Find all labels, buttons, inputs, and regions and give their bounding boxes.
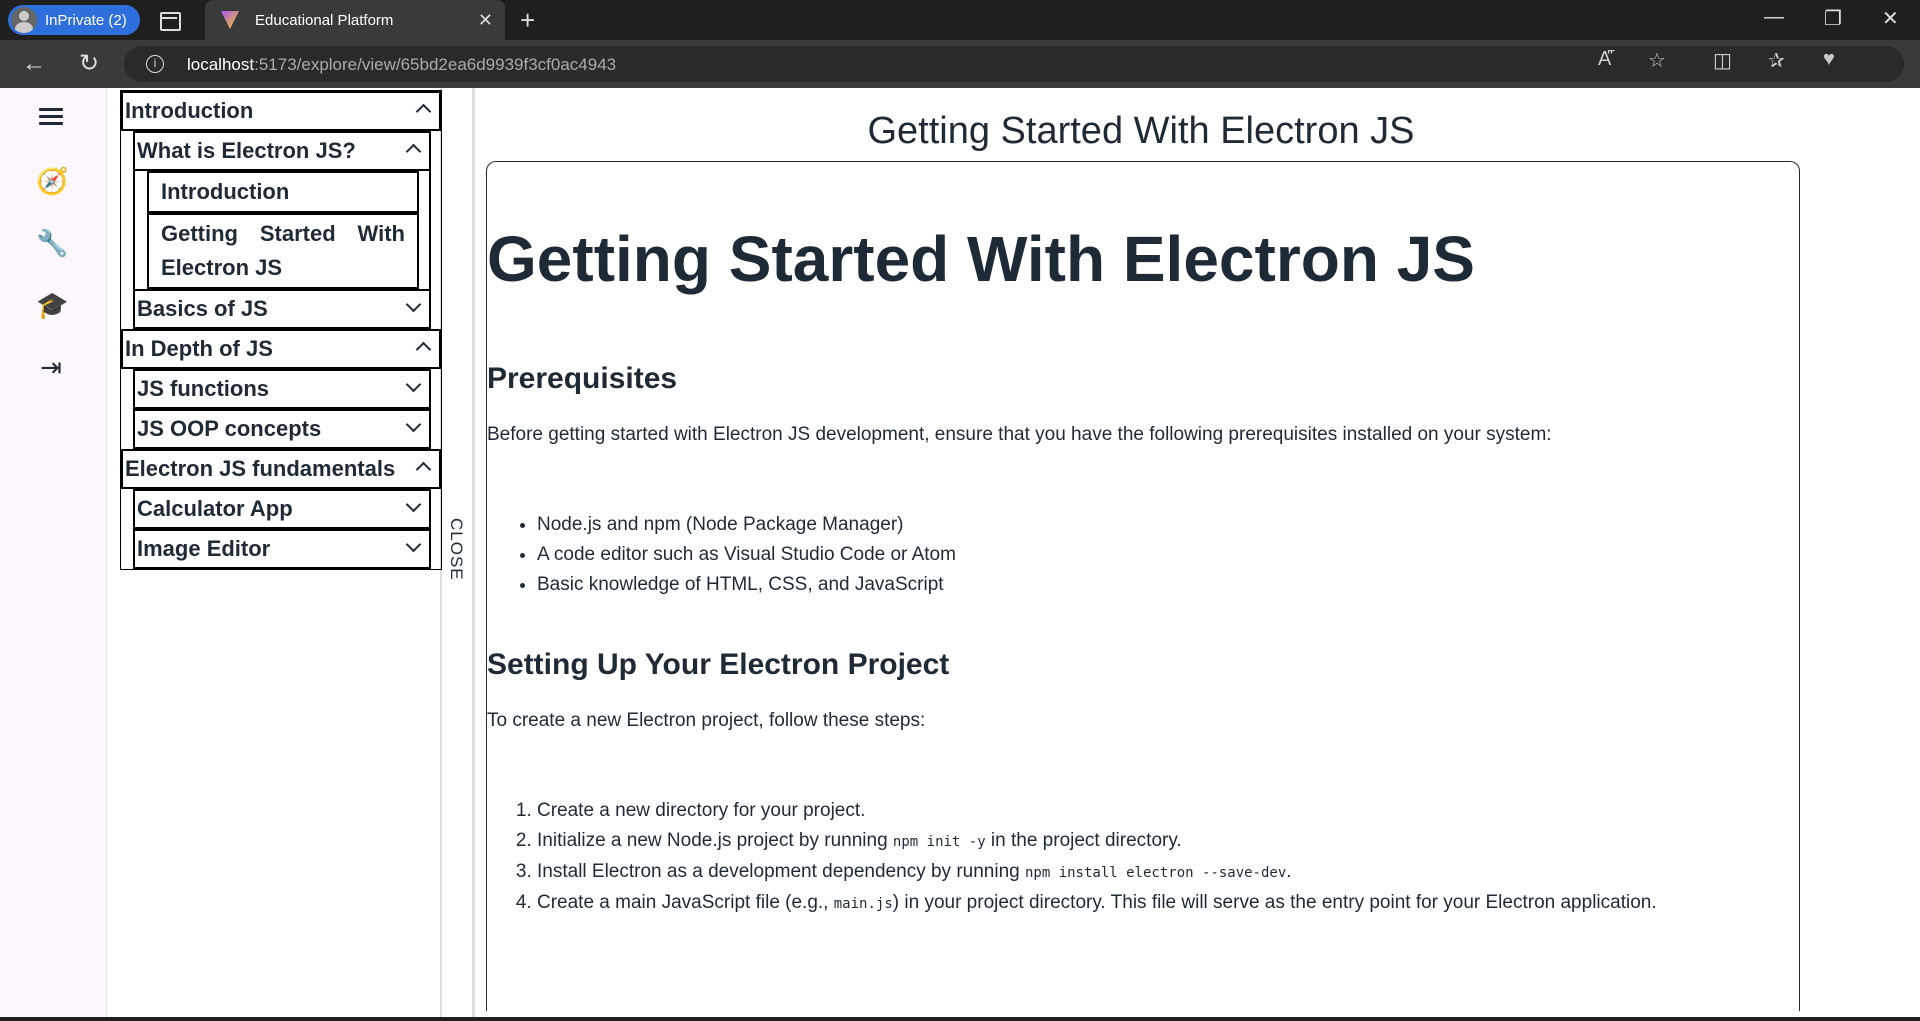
back-icon[interactable]: ← <box>18 48 50 80</box>
chevron-down-icon[interactable] <box>405 379 421 395</box>
lesson-introduction[interactable]: Introduction <box>147 171 419 213</box>
list-item: Node.js and npm (Node Package Manager) <box>537 510 956 540</box>
subsection-image-editor[interactable]: Image Editor <box>133 529 431 569</box>
page-title: Getting Started With Electron JS <box>867 110 1415 152</box>
graduation-cap-icon[interactable]: 🎓 <box>36 290 68 320</box>
split-screen-icon[interactable]: ◫ <box>1713 48 1732 73</box>
subsection-js-oop-concepts[interactable]: JS OOP concepts <box>133 409 431 449</box>
subsection-calculator-app[interactable]: Calculator App <box>133 489 431 529</box>
subsection-label: Basics of JS <box>137 296 268 321</box>
list-item: A code editor such as Visual Studio Code… <box>537 540 956 570</box>
chevron-down-icon[interactable] <box>405 499 421 515</box>
course-sidebar: Introduction What is Electron JS? Introd… <box>118 88 442 1017</box>
lesson-heading: Getting Started With Electron JS <box>487 223 1475 295</box>
inline-code: main.js <box>833 896 893 912</box>
subsection-label: JS functions <box>137 376 270 401</box>
inprivate-profile-button[interactable]: InPrivate (2) <box>8 5 140 35</box>
window-close-icon[interactable]: ✕ <box>1882 6 1899 31</box>
browser-tab[interactable]: Educational Platform ✕ <box>205 0 505 40</box>
app-page: 🧭 🔧 🎓 ⇥ Introduction What is Electron JS… <box>0 88 1920 1017</box>
favorite-star-icon[interactable]: ☆ <box>1648 48 1666 73</box>
inline-code: npm init -y <box>892 834 986 850</box>
chevron-down-icon[interactable] <box>405 419 421 435</box>
chevron-up-icon[interactable] <box>415 459 431 475</box>
lesson-getting-started[interactable]: Getting Started With Electron JS <box>147 213 419 289</box>
panel-divider <box>472 88 475 1017</box>
chevron-down-icon[interactable] <box>405 539 421 555</box>
address-field[interactable]: i localhost:5173/explore/view/65bd2ea6d9… <box>124 46 1904 82</box>
chevron-down-icon[interactable] <box>405 299 421 315</box>
subsection-label: Calculator App <box>137 496 293 521</box>
tab-title: Educational Platform <box>255 11 394 29</box>
section-label: Introduction <box>125 98 254 123</box>
wrench-icon[interactable]: 🔧 <box>36 228 68 258</box>
list-item: Create a main JavaScript file (e.g., mai… <box>537 888 1657 919</box>
section-introduction[interactable]: Introduction <box>121 91 441 131</box>
subsection-label: Image Editor <box>137 536 271 561</box>
prerequisites-list: Node.js and npm (Node Package Manager) A… <box>537 510 956 600</box>
setup-heading: Setting Up Your Electron Project <box>487 648 950 681</box>
new-tab-icon[interactable]: + <box>520 5 535 36</box>
subsection-basics-of-js[interactable]: Basics of JS <box>133 289 431 329</box>
inline-code: npm install electron --save-dev <box>1024 865 1287 881</box>
subsection-label: JS OOP concepts <box>137 416 322 441</box>
site-info-icon[interactable]: i <box>146 55 164 73</box>
setup-steps-list: Create a new directory for your project.… <box>537 796 1657 919</box>
browser-health-icon[interactable]: ♥ <box>1823 48 1835 71</box>
restore-icon[interactable]: ❐ <box>1824 6 1842 31</box>
section-electron-fundamentals[interactable]: Electron JS fundamentals <box>121 449 441 489</box>
refresh-icon[interactable]: ↻ <box>73 48 105 80</box>
list-item: Install Electron as a development depend… <box>537 857 1657 888</box>
favorites-icon[interactable]: ✰ <box>1768 48 1785 73</box>
list-item: Initialize a new Node.js project by runn… <box>537 826 1657 857</box>
sidebar-close-toggle[interactable]: CLOSE <box>446 518 466 582</box>
chevron-up-icon[interactable] <box>405 141 421 157</box>
lesson-content: Getting Started With Electron JS Getting… <box>476 88 1920 1017</box>
tab-actions-icon[interactable] <box>158 9 181 31</box>
prerequisites-heading: Prerequisites <box>487 362 678 395</box>
section-label: Electron JS fundamentals <box>125 456 396 481</box>
section-label: In Depth of JS <box>125 336 273 361</box>
minimize-icon[interactable]: — <box>1764 6 1784 29</box>
subsection-what-is-electron[interactable]: What is Electron JS? <box>133 131 431 171</box>
browser-titlebar: InPrivate (2) Educational Platform ✕ + —… <box>0 0 1920 40</box>
prerequisites-intro: Before getting started with Electron JS … <box>487 424 1552 445</box>
course-tree: Introduction What is Electron JS? Introd… <box>120 90 442 570</box>
lesson-card: Getting Started With Electron JS Prerequ… <box>486 161 1800 1011</box>
setup-intro: To create a new Electron project, follow… <box>487 710 926 731</box>
tab-close-icon[interactable]: ✕ <box>478 10 493 31</box>
profile-label: InPrivate (2) <box>45 11 127 29</box>
compass-icon[interactable]: 🧭 <box>36 166 68 196</box>
section-in-depth-of-js[interactable]: In Depth of JS <box>121 329 441 369</box>
subsection-label: What is Electron JS? <box>137 138 356 163</box>
address-toolbar: ← ↻ i localhost:5173/explore/view/65bd2e… <box>0 40 1920 88</box>
logout-icon[interactable]: ⇥ <box>36 352 66 382</box>
vite-favicon-icon <box>221 11 239 29</box>
read-aloud-icon[interactable]: A꜠ <box>1598 48 1611 71</box>
url-text: localhost:5173/explore/view/65bd2ea6d993… <box>187 55 617 74</box>
list-item: Create a new directory for your project. <box>537 796 1657 826</box>
profile-avatar-icon <box>11 7 37 33</box>
chevron-up-icon[interactable] <box>415 101 431 117</box>
menu-icon[interactable] <box>36 104 66 134</box>
list-item: Basic knowledge of HTML, CSS, and JavaSc… <box>537 570 956 600</box>
chevron-up-icon[interactable] <box>415 339 431 355</box>
icon-rail: 🧭 🔧 🎓 ⇥ <box>0 88 107 1017</box>
subsection-js-functions[interactable]: JS functions <box>133 369 431 409</box>
